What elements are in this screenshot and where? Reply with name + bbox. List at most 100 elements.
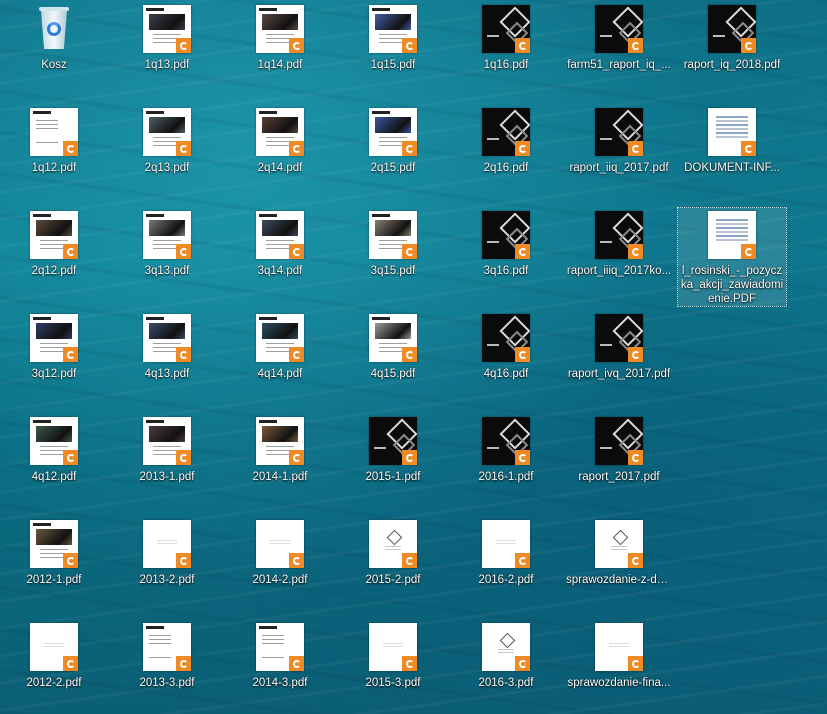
thumb-cover-image — [375, 117, 411, 133]
thumb-text-line — [600, 241, 612, 243]
desktop-icon[interactable]: 2013-1.pdf — [113, 414, 221, 514]
desktop-icon[interactable]: 2014-2.pdf — [226, 517, 334, 617]
desktop-icon[interactable]: raport_iiq_2017.pdf — [565, 105, 673, 205]
thumb-text-line — [498, 649, 514, 650]
foxit-reader-badge-icon — [515, 141, 530, 156]
pdf-file-icon — [482, 314, 530, 362]
desktop-icon[interactable]: 2016-1.pdf — [452, 414, 560, 514]
desktop-icon[interactable]: 4q16.pdf — [452, 311, 560, 411]
thumb-text-line — [157, 540, 177, 541]
desktop-icon[interactable]: 3q16.pdf — [452, 208, 560, 308]
foxit-reader-badge-icon — [628, 244, 643, 259]
desktop-icon[interactable]: 3q12.pdf — [0, 311, 108, 411]
pdf-file-icon — [482, 108, 530, 156]
desktop-icon[interactable]: sprawozdanie-z-dz... — [565, 517, 673, 617]
desktop-icon[interactable]: 2q14.pdf — [226, 105, 334, 205]
foxit-reader-badge-icon — [741, 244, 756, 259]
desktop-icon[interactable]: 2q12.pdf — [0, 208, 108, 308]
desktop-icon[interactable]: 2013-3.pdf — [113, 620, 221, 714]
badge-glyph — [405, 41, 414, 50]
thumb-text-line — [379, 240, 407, 241]
pdf-file-icon — [143, 211, 191, 259]
desktop-icon-label: 2q12.pdf — [31, 265, 77, 277]
foxit-reader-badge-icon — [628, 347, 643, 362]
thumb-logo — [372, 111, 390, 114]
desktop-icon[interactable]: 4q15.pdf — [339, 311, 447, 411]
desktop-icon[interactable]: Kosz — [0, 2, 108, 102]
desktop-icon[interactable]: 2014-3.pdf — [226, 620, 334, 714]
desktop-icon[interactable]: 3q15.pdf — [339, 208, 447, 308]
foxit-reader-badge-icon — [289, 450, 304, 465]
pdf-file-icon — [256, 5, 304, 53]
desktop-icon[interactable]: 1q16.pdf — [452, 2, 560, 102]
pdf-file-icon — [143, 520, 191, 568]
desktop-icon[interactable]: 3q13.pdf — [113, 208, 221, 308]
badge-glyph — [405, 659, 414, 668]
desktop-icon[interactable]: DOKUMENT-INF... — [678, 105, 786, 205]
badge-glyph — [405, 453, 414, 462]
badge-glyph — [292, 453, 301, 462]
desktop-icon[interactable]: farm51_raport_iq_... — [565, 2, 673, 102]
desktop-icon[interactable]: 2015-3.pdf — [339, 620, 447, 714]
thumb-text-line — [262, 657, 284, 658]
desktop-icon[interactable]: raport_iq_2018.pdf — [678, 2, 786, 102]
thumb-text-line — [270, 540, 290, 541]
thumb-logo — [33, 317, 51, 320]
desktop-icon[interactable]: 2q13.pdf — [113, 105, 221, 205]
desktop-icon[interactable]: 2012-1.pdf — [0, 517, 108, 617]
thumb-text-line — [36, 120, 58, 121]
desktop-icon-label: 2014-3.pdf — [252, 677, 308, 689]
desktop-icon[interactable]: 2q16.pdf — [452, 105, 560, 205]
thumb-cover-image — [375, 323, 411, 339]
foxit-reader-badge-icon — [63, 450, 78, 465]
desktop-icon-label: 1q13.pdf — [144, 59, 190, 71]
thumb-cover-image — [36, 323, 72, 339]
foxit-reader-badge-icon — [176, 450, 191, 465]
pdf-file-icon — [30, 520, 78, 568]
pdf-file-icon — [708, 108, 756, 156]
badge-glyph — [518, 350, 527, 359]
thumb-text-line — [716, 239, 748, 241]
desktop-icon[interactable]: 2016-2.pdf — [452, 517, 560, 617]
thumb-text-line — [611, 546, 627, 547]
desktop-icon[interactable]: 1q15.pdf — [339, 2, 447, 102]
desktop-icon-label: 2q15.pdf — [370, 162, 416, 174]
pdf-file-icon — [30, 417, 78, 465]
desktop-icon[interactable]: sprawozdanie-fina... — [565, 620, 673, 714]
desktop-icon[interactable]: 2q15.pdf — [339, 105, 447, 205]
desktop-icon[interactable]: 1q12.pdf — [0, 105, 108, 205]
pdf-file-icon — [256, 211, 304, 259]
desktop-icon[interactable]: 1q14.pdf — [226, 2, 334, 102]
thumb-logo — [372, 8, 390, 11]
desktop-icon[interactable]: 2015-2.pdf — [339, 517, 447, 617]
thumb-text-line — [498, 652, 514, 653]
desktop-icon[interactable]: 2016-3.pdf — [452, 620, 560, 714]
thumb-text-line — [44, 646, 64, 647]
pdf-file-icon — [708, 211, 756, 259]
thumb-cover-image — [262, 14, 298, 30]
desktop-icon[interactable]: 2012-2.pdf — [0, 620, 108, 714]
thumb-logo — [259, 626, 277, 629]
thumb-logo — [146, 8, 164, 11]
desktop-icon[interactable]: raport_iiiq_2017ko... — [565, 208, 673, 308]
desktop-icon[interactable]: 4q12.pdf — [0, 414, 108, 514]
foxit-reader-badge-icon — [176, 244, 191, 259]
desktop-icon[interactable]: raport_ivq_2017.pdf — [565, 311, 673, 411]
pdf-file-icon — [595, 417, 643, 465]
desktop-icon[interactable]: 1q13.pdf — [113, 2, 221, 102]
desktop-icon[interactable]: raport_2017.pdf — [565, 414, 673, 514]
desktop-icon[interactable]: 2015-1.pdf — [339, 414, 447, 514]
desktop-icon-area: Kosz 1q13.pdf 1q14.pdf 1q15.pdf 1q16.pdf farm… — [0, 0, 827, 714]
thumb-cover-image — [149, 323, 185, 339]
desktop-icon[interactable]: 3q14.pdf — [226, 208, 334, 308]
desktop-icon[interactable]: 4q13.pdf — [113, 311, 221, 411]
badge-glyph — [292, 659, 301, 668]
desktop-icon[interactable]: 2014-1.pdf — [226, 414, 334, 514]
desktop-icon[interactable]: 4q14.pdf — [226, 311, 334, 411]
foxit-reader-badge-icon — [628, 450, 643, 465]
pdf-file-icon — [30, 623, 78, 671]
pdf-file-icon — [595, 211, 643, 259]
desktop-icon[interactable]: 2013-2.pdf — [113, 517, 221, 617]
badge-glyph — [631, 453, 640, 462]
desktop-icon[interactable]: l_rosinski_-_pozyczka_akcji_zawiadomieni… — [677, 207, 787, 307]
